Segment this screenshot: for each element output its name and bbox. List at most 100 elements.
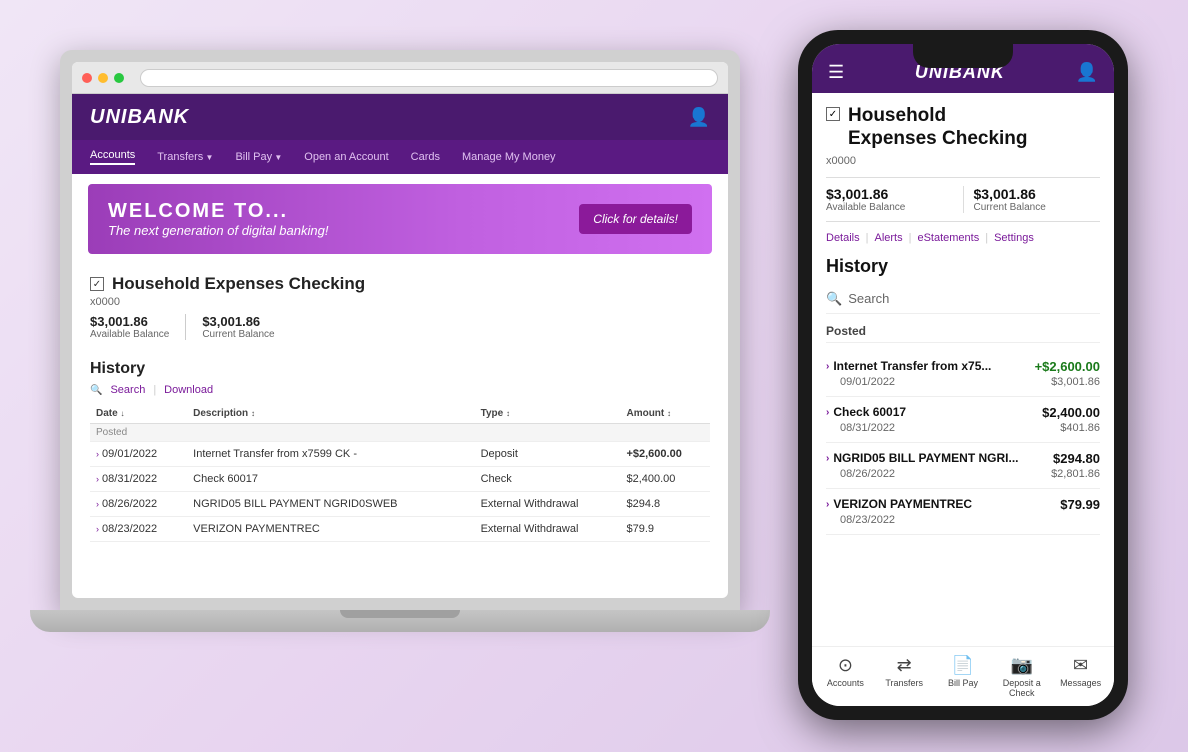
nav-transfers[interactable]: Transfers	[157, 151, 213, 163]
phone-trans-row2: › Check 60017 $2,400.00	[826, 405, 1100, 420]
link-settings[interactable]: Settings	[994, 232, 1034, 244]
phone-trans-detail-2: 08/31/2022 $401.86	[826, 422, 1100, 434]
phone-history-title: History	[826, 256, 1100, 277]
details-button[interactable]: Click for details!	[579, 204, 692, 234]
laptop-body: UNIBANK 👤 Accounts Transfers Bill Pay Op…	[60, 50, 740, 610]
col-date[interactable]: Date ↓	[90, 404, 187, 424]
trans-amount: $2,400.00	[620, 467, 710, 492]
phone-trans-detail-4: 08/23/2022	[826, 514, 1100, 526]
phone-account-links: Details | Alerts | eStatements | Setting…	[826, 232, 1100, 244]
trans-date: › 08/31/2022	[90, 467, 187, 492]
link-alerts[interactable]: Alerts	[874, 232, 902, 244]
table-row[interactable]: › 08/31/2022 Check 60017 Check $2,400.00	[90, 467, 710, 492]
phone-account-header: ✓ Household Expenses Checking	[826, 105, 1100, 151]
search-link[interactable]: Search	[110, 384, 145, 396]
trans-date: › 08/23/2022	[90, 517, 187, 542]
phone-device: ☰ UNIBANK 👤 ✓ Household Expenses Checkin…	[798, 30, 1128, 720]
user-icon[interactable]: 👤	[688, 107, 710, 128]
trans-type: Deposit	[475, 442, 621, 467]
phone-trans-name-4: › VERIZON PAYMENTREC	[826, 497, 972, 511]
billpay-nav-label: Bill Pay	[948, 678, 978, 688]
balance-row: $3,001.86 Available Balance $3,001.86 Cu…	[90, 314, 710, 340]
phone-nav-billpay[interactable]: 📄 Bill Pay	[934, 655, 993, 698]
browser-chrome	[72, 62, 728, 94]
browser-dot-red[interactable]	[82, 73, 92, 83]
trans-date: › 08/26/2022	[90, 492, 187, 517]
nav-cards[interactable]: Cards	[411, 151, 440, 163]
phone-trans-amount-3: $294.80	[1053, 451, 1100, 466]
trans-desc: VERIZON PAYMENTREC	[187, 517, 474, 542]
trans-type: External Withdrawal	[475, 492, 621, 517]
phone-transaction-3[interactable]: › NGRID05 BILL PAYMENT NGRI... $294.80 0…	[826, 443, 1100, 489]
nav-billpay[interactable]: Bill Pay	[235, 151, 282, 163]
phone-transaction-2[interactable]: › Check 60017 $2,400.00 08/31/2022 $401.…	[826, 397, 1100, 443]
deposit-nav-label: Deposit a Check	[992, 678, 1051, 698]
phone-trans-name-1: › Internet Transfer from x75...	[826, 359, 991, 373]
account-title-row: ✓ Household Expenses Checking	[90, 274, 710, 294]
phone-transaction-1[interactable]: › Internet Transfer from x75... +$2,600.…	[826, 351, 1100, 397]
trans-amount: $79.9	[620, 517, 710, 542]
link-details[interactable]: Details	[826, 232, 860, 244]
nav-manage-money[interactable]: Manage My Money	[462, 151, 556, 163]
trans-amount: $294.8	[620, 492, 710, 517]
welcome-banner: WELCOME TO... The next generation of dig…	[88, 184, 712, 254]
link-estatements[interactable]: eStatements	[917, 232, 979, 244]
phone-available-amount: $3,001.86	[826, 186, 953, 202]
col-amount[interactable]: Amount ↕	[620, 404, 710, 424]
available-balance-label: Available Balance	[90, 329, 169, 340]
nav-accounts[interactable]: Accounts	[90, 149, 135, 165]
messages-nav-label: Messages	[1060, 678, 1101, 688]
history-section: History 🔍 Search | Download Date ↓ Descr…	[72, 360, 728, 542]
account-section: ✓ Household Expenses Checking x0000 $3,0…	[72, 264, 728, 360]
phone-nav-transfers[interactable]: ⇄ Transfers	[875, 655, 934, 698]
phone-nav-accounts[interactable]: ⊙ Accounts	[816, 655, 875, 698]
expand-icon: ›	[826, 499, 829, 510]
download-link[interactable]: Download	[164, 384, 213, 396]
account-checkbox[interactable]: ✓	[90, 277, 104, 291]
current-balance-item: $3,001.86 Current Balance	[202, 314, 290, 340]
phone-search-bar[interactable]: 🔍 Search	[826, 285, 1100, 314]
hamburger-menu-icon[interactable]: ☰	[828, 62, 844, 83]
history-title: History	[90, 360, 710, 378]
phone-notch	[913, 44, 1013, 68]
phone-user-icon[interactable]: 👤	[1076, 62, 1098, 83]
bank-logo: UNIBANK	[90, 106, 189, 129]
expand-icon: ›	[826, 453, 829, 464]
phone-nav-messages[interactable]: ✉ Messages	[1051, 655, 1110, 698]
phone-trans-name-2: › Check 60017	[826, 405, 906, 419]
accounts-nav-icon: ⊙	[838, 655, 853, 676]
trans-desc: Internet Transfer from x7599 CK -	[187, 442, 474, 467]
welcome-text: WELCOME TO... The next generation of dig…	[108, 200, 328, 238]
trans-type: Check	[475, 467, 621, 492]
trans-type: External Withdrawal	[475, 517, 621, 542]
table-row[interactable]: › 08/23/2022 VERIZON PAYMENTREC External…	[90, 517, 710, 542]
welcome-subline: The next generation of digital banking!	[108, 223, 328, 238]
table-row[interactable]: › 09/01/2022 Internet Transfer from x759…	[90, 442, 710, 467]
deposit-nav-icon: 📷	[1011, 655, 1033, 676]
current-balance-label: Current Balance	[202, 329, 274, 340]
account-number: x0000	[90, 296, 710, 308]
expand-icon: ›	[826, 407, 829, 418]
phone-account-checkbox[interactable]: ✓	[826, 107, 840, 121]
browser-dot-green[interactable]	[114, 73, 124, 83]
expand-icon: ›	[826, 361, 829, 372]
phone-trans-amount-1: +$2,600.00	[1035, 359, 1100, 374]
phone-available-label: Available Balance	[826, 202, 953, 213]
nav-open-account[interactable]: Open an Account	[304, 151, 388, 163]
phone-account-number: x0000	[826, 155, 1100, 167]
posted-row: Posted	[90, 424, 710, 442]
phone-nav-deposit[interactable]: 📷 Deposit a Check	[992, 655, 1051, 698]
phone-trans-detail-3: 08/26/2022 $2,801.86	[826, 468, 1100, 480]
phone-screen: ☰ UNIBANK 👤 ✓ Household Expenses Checkin…	[812, 44, 1114, 706]
search-icon: 🔍	[826, 291, 842, 307]
phone-current-amount: $3,001.86	[974, 186, 1101, 202]
browser-dot-yellow[interactable]	[98, 73, 108, 83]
messages-nav-icon: ✉	[1073, 655, 1088, 676]
col-type[interactable]: Type ↕	[475, 404, 621, 424]
col-desc[interactable]: Description ↕	[187, 404, 474, 424]
table-row[interactable]: › 08/26/2022 NGRID05 BILL PAYMENT NGRID0…	[90, 492, 710, 517]
browser-address-bar[interactable]	[140, 69, 718, 87]
laptop-base	[30, 610, 770, 632]
trans-date: › 09/01/2022	[90, 442, 187, 467]
phone-transaction-4[interactable]: › VERIZON PAYMENTREC $79.99 08/23/2022	[826, 489, 1100, 535]
